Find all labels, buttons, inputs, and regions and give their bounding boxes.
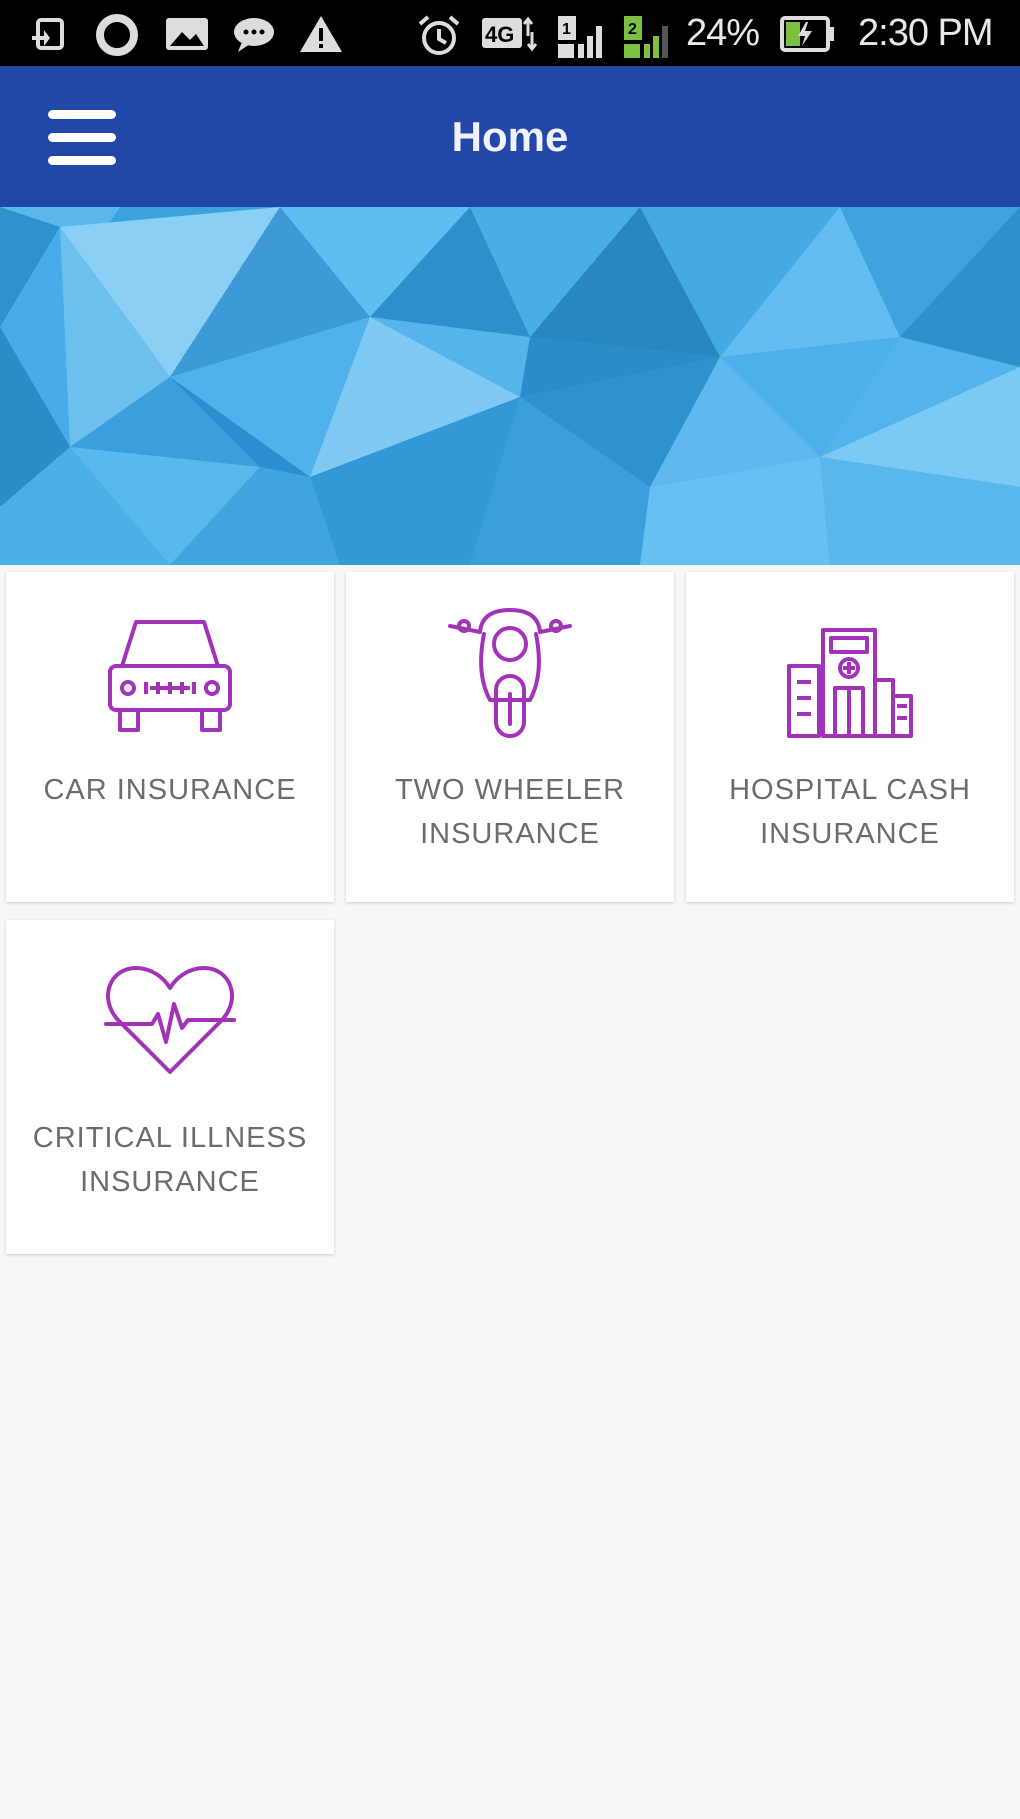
svg-text:4G: 4G	[485, 22, 514, 47]
hamburger-menu-icon[interactable]	[44, 106, 120, 170]
hospital-icon	[787, 628, 913, 738]
tile-label: INSURANCE	[760, 818, 940, 850]
app-bar: Home	[0, 66, 1020, 207]
warning-icon	[300, 16, 342, 52]
tile-critical-illness-insurance[interactable]: CRITICAL ILLNESS INSURANCE	[6, 920, 334, 1254]
tile-label: CAR INSURANCE	[43, 774, 297, 806]
tile-car-insurance[interactable]: CAR INSURANCE	[6, 572, 334, 902]
tile-hospital-cash-insurance[interactable]: HOSPITAL CASH INSURANCE	[686, 572, 1014, 902]
circle-app-icon	[96, 14, 138, 56]
chat-icon	[234, 18, 274, 52]
tile-label: TWO WHEELER	[394, 774, 626, 806]
lte-icon: 4G	[482, 16, 538, 52]
svg-text:1: 1	[562, 21, 571, 38]
heart-pulse-icon	[104, 966, 236, 1074]
tile-label: INSURANCE	[420, 818, 600, 850]
screenshot-icon	[32, 18, 64, 50]
alarm-icon	[418, 15, 460, 55]
motorcycle-icon	[448, 608, 572, 738]
status-bar: 4G 1 2 24% 2:30 PM	[0, 0, 1020, 66]
tile-label: HOSPITAL CASH	[729, 774, 971, 806]
banner-image	[0, 207, 1020, 565]
banner-carousel[interactable]	[0, 207, 1020, 565]
battery-charging-icon	[780, 16, 834, 52]
signal-icon: 1	[558, 16, 602, 58]
image-icon	[166, 18, 208, 50]
data-signal-icon: 2	[624, 16, 668, 58]
page-title: Home	[451, 113, 569, 160]
tile-label: INSURANCE	[80, 1166, 260, 1198]
tile-two-wheeler-insurance[interactable]: TWO WHEELER INSURANCE	[346, 572, 674, 902]
clock: 2:30 PM	[858, 12, 994, 54]
tile-label: CRITICAL ILLNESS	[32, 1122, 308, 1154]
car-icon	[108, 620, 232, 732]
svg-text:2: 2	[628, 21, 637, 38]
battery-percent: 24%	[686, 12, 760, 54]
